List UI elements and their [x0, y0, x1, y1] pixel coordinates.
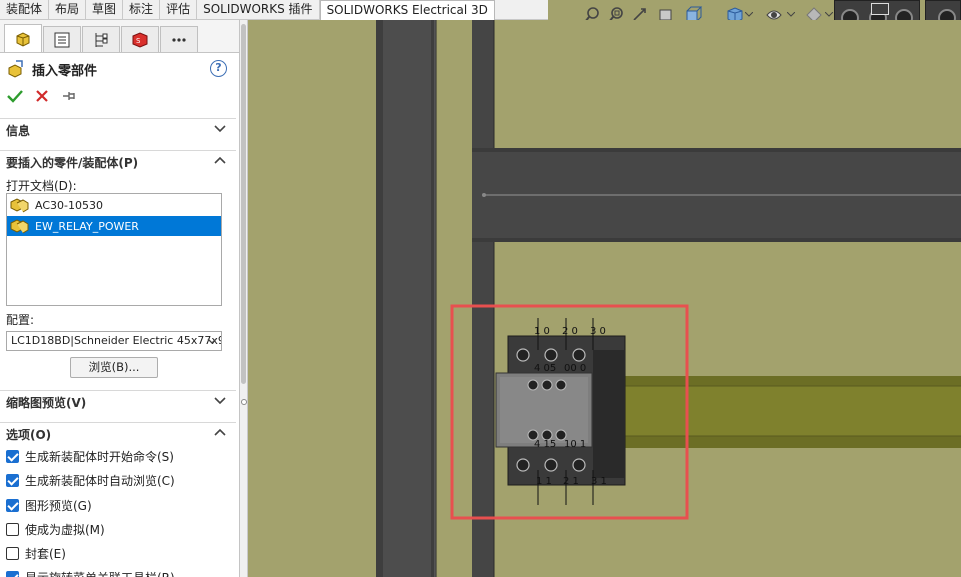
pane-scrollbar[interactable]: [240, 20, 248, 577]
section-info-header[interactable]: 信息: [0, 118, 236, 142]
dimxpert-manager-tab[interactable]: S: [121, 26, 159, 52]
configuration-manager-icon: [95, 32, 108, 47]
chevron-down-icon: [214, 125, 226, 133]
svg-text:S: S: [136, 37, 141, 45]
scrollbar-thumb[interactable]: [241, 24, 246, 384]
property-manager-tab[interactable]: [43, 26, 81, 52]
terminal-label: 00 0: [564, 363, 586, 374]
option-make-virtual[interactable]: 使成为虚拟(M): [6, 519, 105, 539]
section-part-label: 要插入的零件/装配体(P): [6, 156, 139, 170]
tab-assembly[interactable]: 装配体: [0, 0, 50, 20]
manager-tabs: S: [0, 20, 239, 53]
browse-button[interactable]: 浏览(B)...: [70, 357, 158, 378]
more-icon: [172, 37, 186, 42]
checkbox[interactable]: [6, 522, 19, 536]
horizontal-duct: [472, 148, 961, 242]
option-graphics-preview[interactable]: 图形预览(G): [6, 495, 92, 515]
terminal-label: 3 0: [590, 326, 606, 337]
assembly-icon: [10, 219, 29, 234]
section-part-to-insert-header[interactable]: 要插入的零件/装配体(P): [0, 150, 236, 174]
chevron-down-icon: [207, 338, 217, 344]
section-info-label: 信息: [6, 124, 31, 138]
graphics-viewport[interactable]: 1 0 2 0 3 0 4 05 00 0 4 15 10 1 1 1 2 1 …: [248, 20, 961, 577]
terminal-label: 4 05: [534, 363, 556, 374]
tab-solidworks-electrical-3d[interactable]: SOLIDWORKS Electrical 3D: [319, 0, 495, 20]
ribbon-tab-bar: 装配体 布局 草图 标注 评估 SOLIDWORKS 插件 SOLIDWORKS…: [0, 0, 548, 20]
terminal-label: 3 1: [591, 476, 607, 487]
document-name: AC30-10530: [35, 198, 103, 212]
tab-sketch[interactable]: 草图: [86, 0, 124, 20]
vertical-duct-right: [472, 20, 495, 577]
terminal-label: 4 15: [534, 439, 556, 450]
section-options-header[interactable]: 选项(O): [0, 422, 236, 446]
terminal-label: 2 1: [563, 476, 579, 487]
pm-header: 插入零部件 ?: [6, 58, 229, 80]
section-thumbnail-header[interactable]: 缩略图预览(V): [0, 390, 236, 414]
terminal-label: 2 0: [562, 326, 578, 337]
configuration-select[interactable]: LC1D18BD|Schneider Electric 45x77x9: [6, 331, 222, 351]
checkbox[interactable]: [6, 498, 19, 512]
open-documents-list[interactable]: AC30-10530 EW_RELAY_POWER: [6, 193, 222, 306]
tab-layout[interactable]: 布局: [49, 0, 87, 20]
configuration-label: 配置:: [6, 313, 35, 327]
tab-solidworks-addins[interactable]: SOLIDWORKS 插件: [197, 0, 320, 20]
din-rail: [620, 376, 961, 448]
terminal-label: 10 1: [564, 439, 586, 450]
option-auto-browse[interactable]: 生成新装配体时自动浏览(C): [6, 470, 175, 490]
option-envelope[interactable]: 封套(E): [6, 543, 66, 563]
option-label: 生成新装配体时开始命令(S): [25, 449, 174, 464]
chevron-up-icon: [214, 156, 226, 164]
section-options-label: 选项(O): [6, 428, 52, 442]
option-start-command[interactable]: 生成新装配体时开始命令(S): [6, 446, 174, 466]
ok-button[interactable]: [4, 86, 26, 106]
open-documents-label: 打开文档(D):: [6, 179, 77, 193]
option-label: 显示旋转菜单关联工具栏(R): [25, 569, 175, 577]
pm-action-buttons: [4, 86, 85, 106]
configuration-manager-tab[interactable]: [82, 26, 120, 52]
checkbox[interactable]: [6, 546, 19, 560]
cancel-button[interactable]: [31, 86, 53, 106]
chevron-up-icon: [214, 428, 226, 436]
configuration-value: LC1D18BD|Schneider Electric 45x77x9: [11, 334, 222, 347]
assembly-icon: [10, 198, 29, 213]
checkbox[interactable]: [6, 449, 19, 463]
chevron-down-icon: [214, 397, 226, 405]
terminal-label: 1 1: [536, 476, 552, 487]
section-thumbnail-label: 缩略图预览(V): [6, 396, 87, 410]
vertical-duct: [376, 20, 437, 577]
help-icon[interactable]: ?: [210, 60, 227, 77]
pane-splitter-handle[interactable]: [241, 399, 247, 405]
viewport-background: [248, 20, 961, 577]
keep-visible-button[interactable]: [58, 86, 80, 106]
document-name: EW_RELAY_POWER: [35, 219, 139, 233]
property-manager-pane: S 插入零部件 ? 信息 要插入的零件/装配体(P) 打开文档(D): AC30: [0, 20, 240, 577]
dimxpert-icon: S: [132, 31, 148, 48]
more-tabs-button[interactable]: [160, 26, 198, 52]
tab-evaluate[interactable]: 评估: [160, 0, 198, 20]
page-title: 插入零部件: [32, 63, 98, 79]
insert-component-icon: [8, 60, 23, 78]
property-manager-icon: [54, 32, 70, 47]
checkbox[interactable]: [6, 473, 19, 487]
option-label: 生成新装配体时自动浏览(C): [25, 473, 175, 488]
option-label: 图形预览(G): [25, 498, 92, 513]
option-label: 封套(E): [25, 546, 66, 561]
list-item[interactable]: EW_RELAY_POWER: [7, 216, 221, 236]
option-label: 使成为虚拟(M): [25, 522, 105, 537]
check-icon: [7, 90, 23, 103]
tab-markup[interactable]: 标注: [123, 0, 161, 20]
feature-manager-tab[interactable]: [4, 24, 42, 52]
checkbox[interactable]: [6, 570, 19, 577]
close-icon: [36, 90, 48, 102]
option-rotate-toolbar[interactable]: 显示旋转菜单关联工具栏(R): [6, 567, 175, 577]
terminal-label: 1 0: [534, 326, 550, 337]
feature-manager-icon: [16, 31, 30, 47]
list-item[interactable]: AC30-10530: [7, 195, 221, 215]
window-maximize-icon[interactable]: [871, 3, 889, 15]
pushpin-icon: [63, 92, 75, 100]
